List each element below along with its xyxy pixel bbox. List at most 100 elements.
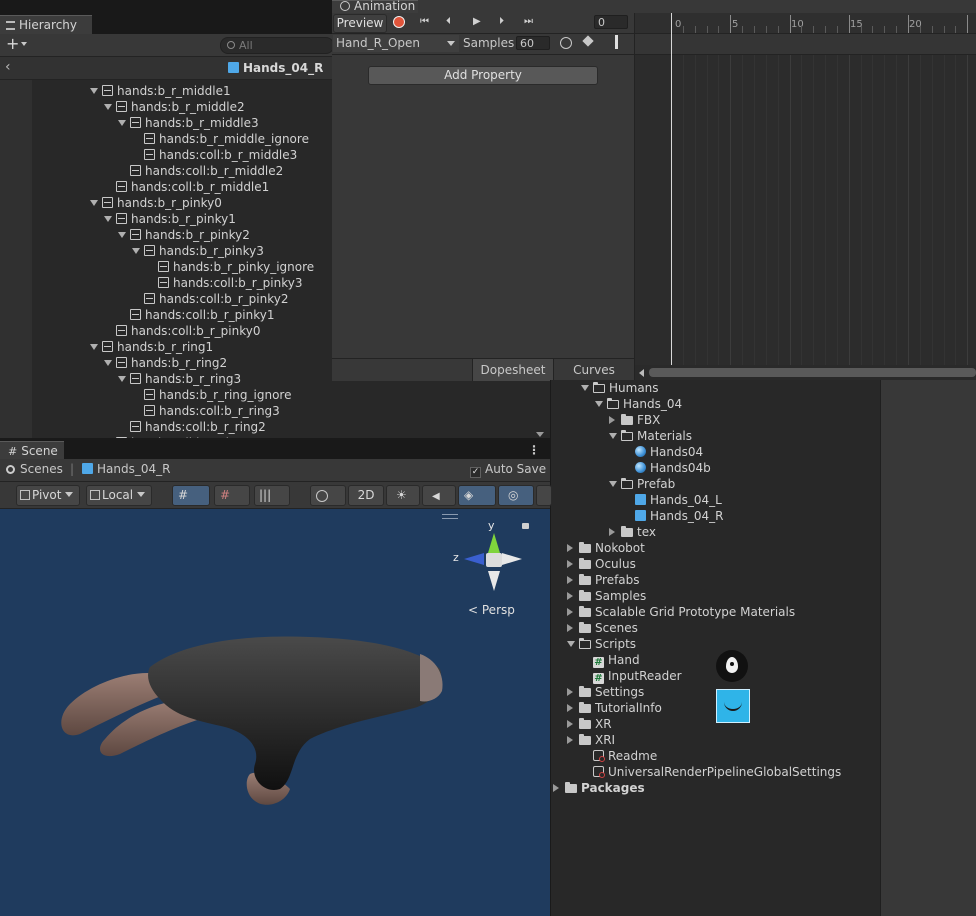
project-row[interactable]: TutorialInfo	[567, 700, 662, 716]
project-row[interactable]: XR	[567, 716, 612, 732]
hand-model[interactable]	[50, 629, 450, 809]
expand-arrow-icon[interactable]	[567, 720, 573, 728]
hierarchy-row[interactable]: hands:b_r_ring3	[118, 371, 241, 387]
lighting-button[interactable]: ☀	[386, 485, 420, 506]
project-row[interactable]: Prefabs	[567, 572, 640, 588]
draw-mode-dropdown[interactable]	[310, 485, 346, 506]
tab-dopesheet[interactable]: Dopesheet	[472, 359, 553, 381]
hierarchy-row[interactable]: hands:b_r_pinky2	[118, 227, 250, 243]
back-chevron-icon[interactable]: ‹	[5, 59, 11, 75]
dopesheet-grid[interactable]	[635, 55, 976, 365]
pivot-dropdown[interactable]: Pivot	[16, 485, 80, 506]
search-input[interactable]: All	[220, 37, 334, 54]
collapse-arrow-icon[interactable]	[567, 641, 575, 647]
scrollbar-thumb[interactable]	[649, 368, 976, 377]
tab-scene[interactable]: # Scene	[0, 441, 64, 461]
more-options-icon[interactable]: ⋮	[528, 443, 540, 457]
expand-arrow-icon[interactable]	[118, 376, 126, 382]
hierarchy-row[interactable]: hands:b_r_pinky3	[132, 243, 264, 259]
project-row[interactable]: Hands_04	[595, 396, 682, 412]
expand-arrow-icon[interactable]	[567, 736, 573, 744]
tab-hierarchy[interactable]: Hierarchy	[0, 15, 92, 35]
add-button[interactable]: +	[6, 35, 28, 53]
local-dropdown[interactable]: Local	[86, 485, 152, 506]
hierarchy-row[interactable]: hands:coll:b_r_middle1	[104, 179, 269, 195]
timeline-ruler[interactable]: 0 5 10 15 20	[635, 13, 976, 34]
orientation-gizmo[interactable]: y z	[450, 519, 530, 609]
project-row[interactable]: Hands04	[635, 444, 703, 460]
expand-arrow-icon[interactable]	[567, 592, 573, 600]
visibility-button[interactable]: ◎	[498, 485, 534, 506]
clip-dropdown[interactable]: Hand_R_Open	[333, 35, 459, 52]
expand-arrow-icon[interactable]	[567, 544, 573, 552]
prev-key-button[interactable]: ⏴	[446, 16, 451, 27]
expand-arrow-icon[interactable]	[609, 416, 615, 424]
lock-icon[interactable]	[522, 523, 529, 529]
expand-arrow-icon[interactable]	[567, 704, 573, 712]
frame-field[interactable]: 0	[594, 15, 628, 29]
ruler-button[interactable]: |||	[254, 485, 290, 506]
project-row[interactable]: # InputReader	[593, 668, 682, 684]
project-row[interactable]: Prefab	[609, 476, 675, 492]
collapse-arrow-icon[interactable]	[609, 433, 617, 439]
drag-handle-icon[interactable]	[442, 514, 458, 519]
project-row[interactable]: Oculus	[567, 556, 636, 572]
expand-arrow-icon[interactable]	[609, 528, 615, 536]
hierarchy-row[interactable]: hands:b_r_pinky0	[90, 195, 222, 211]
next-key-button[interactable]: ⏵	[499, 16, 504, 27]
expand-arrow-icon[interactable]	[118, 120, 126, 126]
gizmo-y-axis[interactable]	[488, 533, 500, 553]
preview-button[interactable]: Preview	[333, 14, 387, 33]
gizmo-center[interactable]	[486, 553, 502, 567]
project-row[interactable]: Scripts	[567, 636, 636, 652]
project-row[interactable]: Hands04b	[635, 460, 711, 476]
expand-arrow-icon[interactable]	[567, 624, 573, 632]
timeline-scrollbar[interactable]	[635, 365, 976, 380]
expand-arrow-icon[interactable]	[104, 104, 112, 110]
hierarchy-row[interactable]: hands:coll:b_r_pinky2	[132, 291, 289, 307]
hierarchy-row[interactable]: hands:b_r_pinky1	[104, 211, 236, 227]
persp-label[interactable]: < Persp	[468, 603, 515, 617]
pen-tool-icon[interactable]	[716, 650, 748, 682]
hierarchy-row[interactable]: hands:b_r_pinky_ignore	[146, 259, 314, 275]
project-row[interactable]: XRI	[567, 732, 615, 748]
hierarchy-row[interactable]: hands:coll:b_r_pinky3	[146, 275, 303, 291]
project-row[interactable]: Humans	[581, 380, 659, 396]
project-row[interactable]: Samples	[567, 588, 646, 604]
project-row[interactable]: FBX	[609, 412, 660, 428]
toggle-2d-button[interactable]: 2D	[348, 485, 384, 506]
record-button[interactable]	[393, 16, 405, 28]
gizmo-neg-y-axis[interactable]	[488, 571, 500, 591]
project-row[interactable]: Scenes	[567, 620, 638, 636]
project-row[interactable]: Nokobot	[567, 540, 645, 556]
collapse-arrow-icon[interactable]	[581, 385, 589, 391]
collapse-arrow-icon[interactable]	[609, 481, 617, 487]
tab-curves[interactable]: Curves	[553, 359, 634, 381]
project-row[interactable]: Settings	[567, 684, 644, 700]
collapse-arrow-icon[interactable]	[595, 401, 603, 407]
expand-arrow-icon[interactable]	[90, 200, 98, 206]
last-key-button[interactable]: ⏭	[524, 16, 533, 27]
project-row[interactable]: Hands_04_R	[635, 508, 723, 524]
scene-viewport[interactable]: y z < Persp	[0, 509, 550, 916]
hierarchy-row[interactable]: hands:b_r_ring_ignore	[132, 387, 291, 403]
project-row[interactable]: Scalable Grid Prototype Materials	[567, 604, 795, 620]
tab-animation[interactable]: Animation	[332, 0, 418, 14]
expand-arrow-icon[interactable]	[132, 248, 140, 254]
expand-arrow-icon[interactable]	[90, 88, 98, 94]
hierarchy-row[interactable]: hands:coll:b_r_pinky1	[118, 307, 275, 323]
hierarchy-row[interactable]: hands:b_r_middle_ignore	[132, 131, 309, 147]
event-lane[interactable]	[635, 34, 976, 55]
hierarchy-row[interactable]: hands:b_r_ring2	[104, 355, 227, 371]
hierarchy-row[interactable]: hands:b_r_middle1	[90, 83, 231, 99]
audio-button[interactable]: ◀	[422, 485, 456, 506]
grid-snap-button[interactable]: #	[172, 485, 210, 506]
hierarchy-row[interactable]: hands:coll:b_r_pinky0	[104, 323, 261, 339]
hierarchy-row[interactable]: hands:coll:b_r_ring2	[118, 419, 266, 435]
project-row[interactable]: tex	[609, 524, 656, 540]
add-event-icon[interactable]	[615, 35, 618, 49]
project-row[interactable]: # Hand	[593, 652, 640, 668]
samples-field[interactable]: 60	[516, 36, 550, 50]
expand-arrow-icon[interactable]	[567, 576, 573, 584]
playhead[interactable]	[671, 13, 672, 365]
